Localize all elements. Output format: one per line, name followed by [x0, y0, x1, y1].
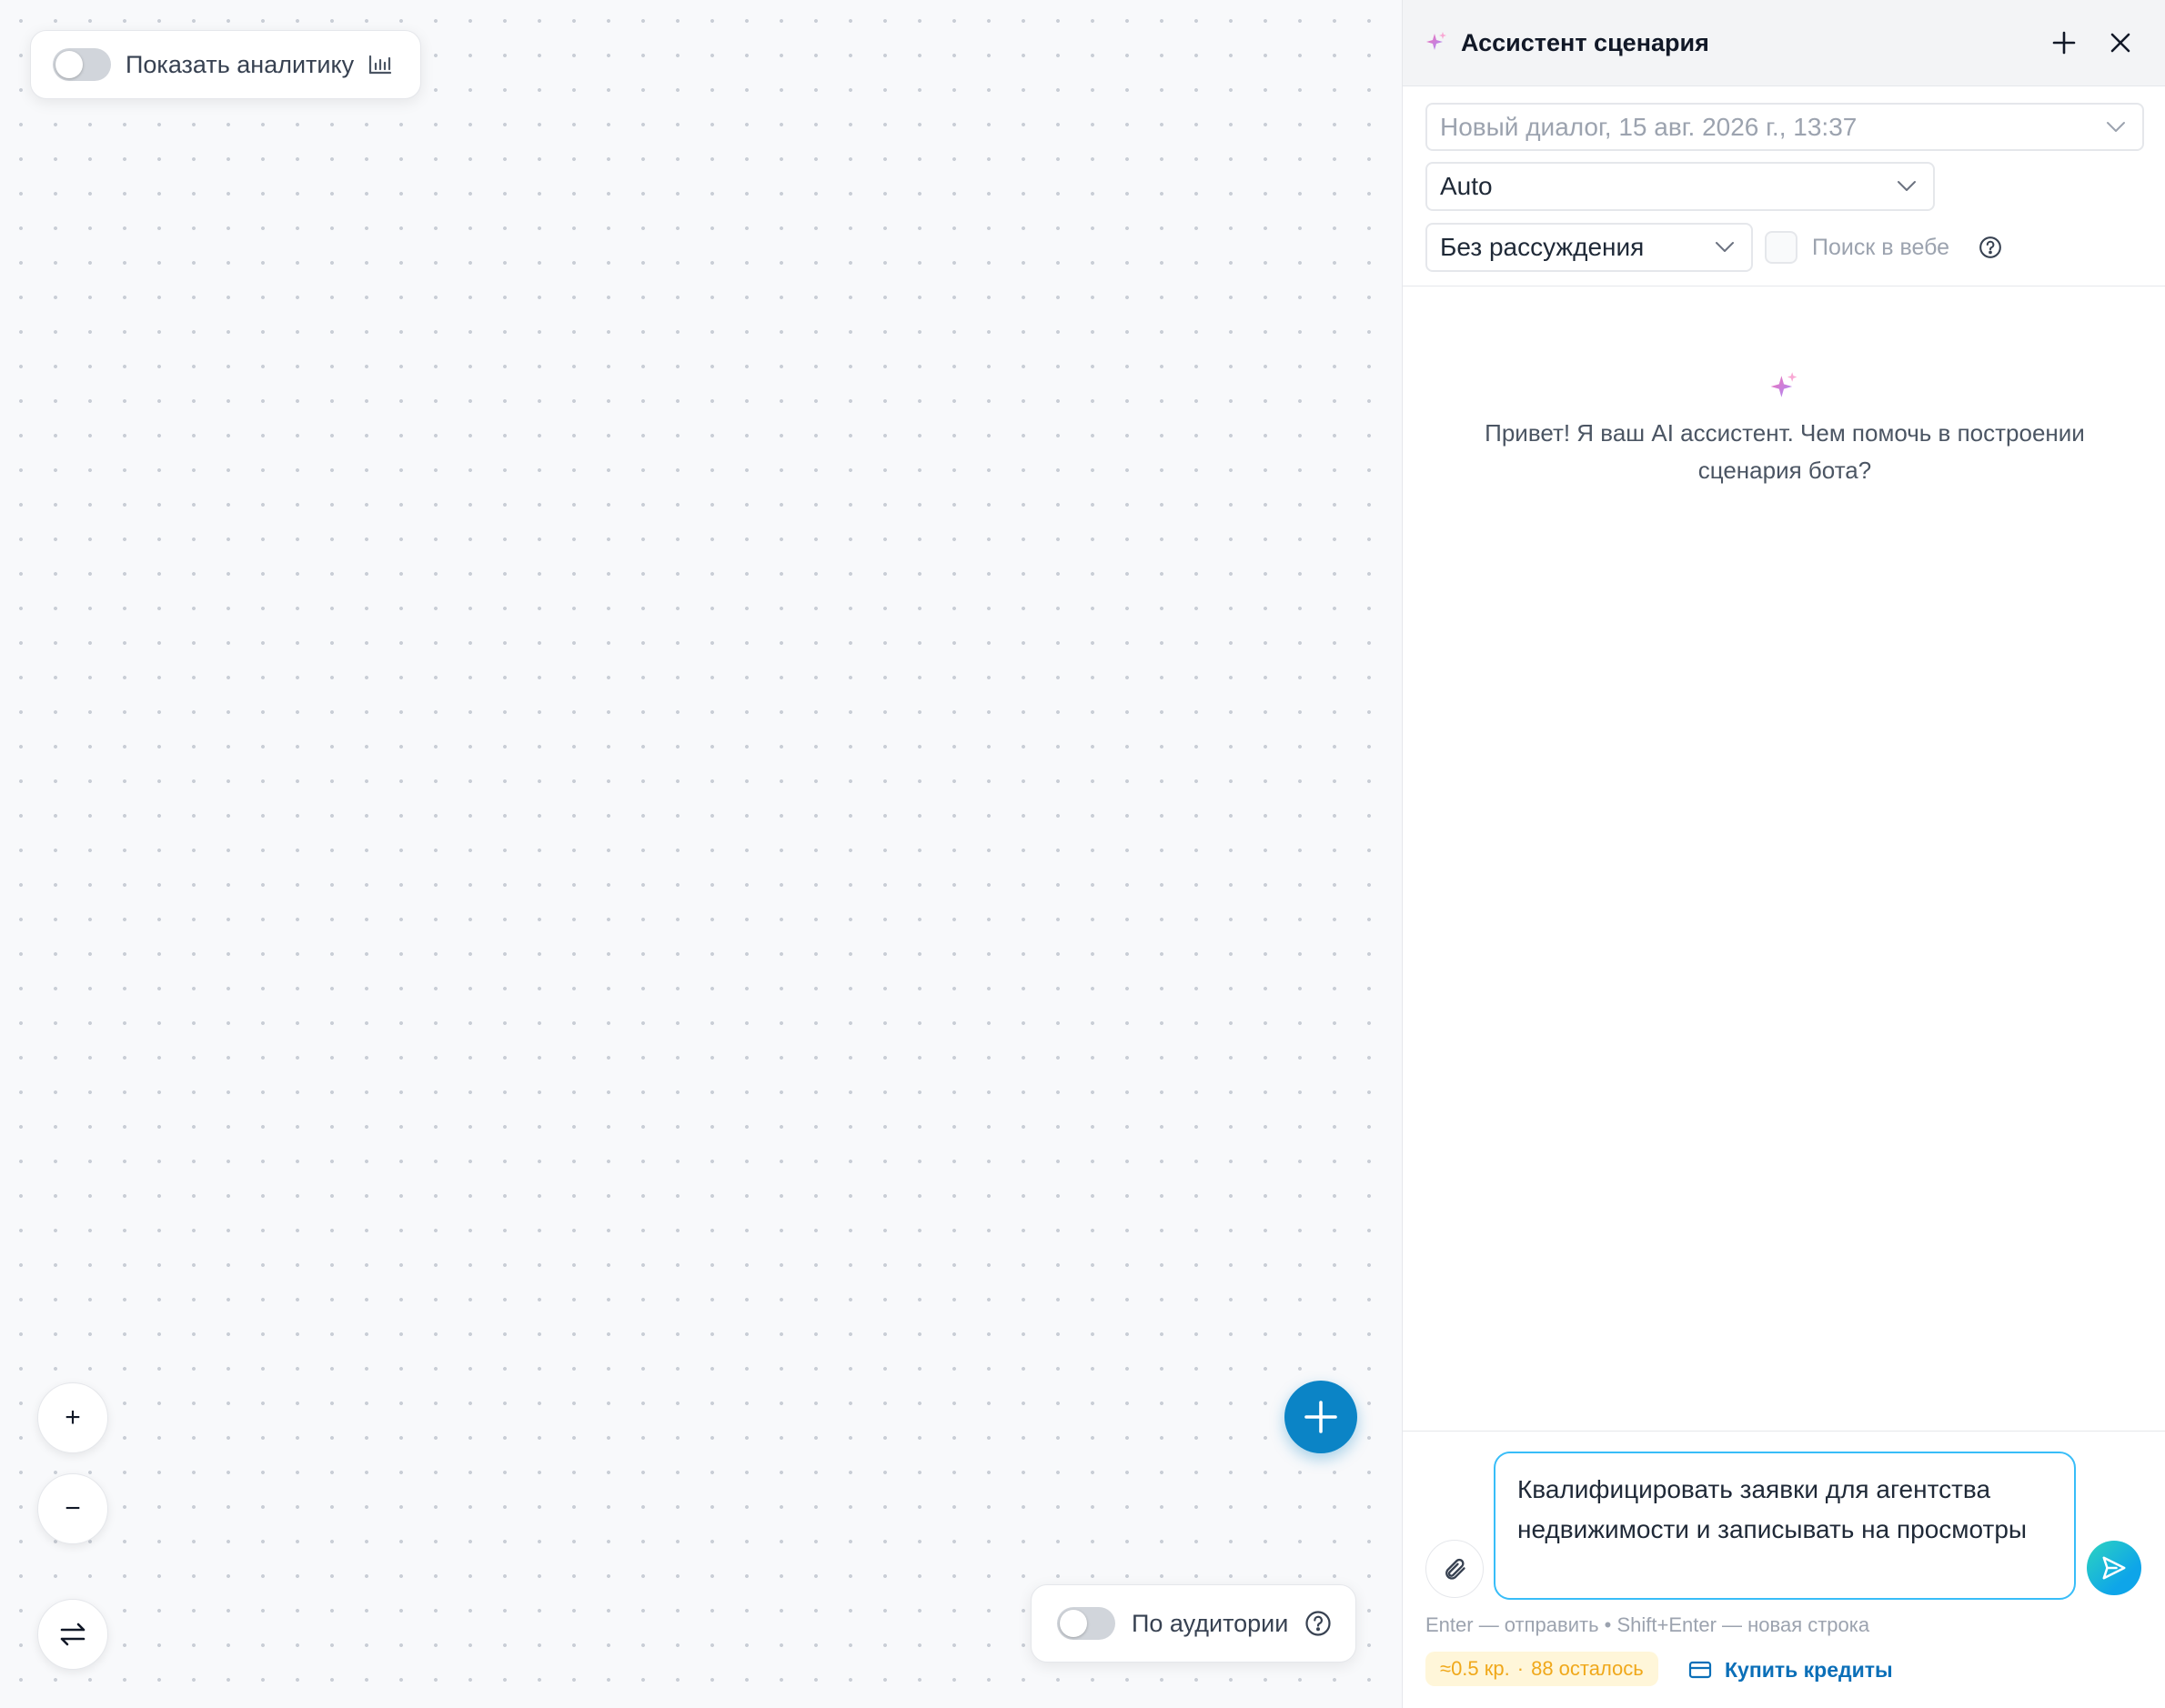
buy-credits-label: Купить кредиты — [1725, 1657, 1893, 1682]
new-dialog-button[interactable] — [2043, 22, 2085, 64]
web-search-checkbox[interactable] — [1765, 231, 1797, 264]
buy-credits-link[interactable]: Купить кредиты — [1688, 1653, 1893, 1686]
web-search-option: Поиск в вебе — [1765, 229, 2002, 266]
zoom-in-button[interactable]: + — [37, 1382, 108, 1453]
chevron-down-icon — [1715, 241, 1735, 254]
toggle-knob — [55, 51, 83, 78]
composer-hint: Enter — отправить • Shift+Enter — новая … — [1425, 1613, 1870, 1636]
zoom-out-button[interactable]: − — [37, 1473, 108, 1544]
bar-chart-icon — [368, 55, 392, 75]
flow-canvas[interactable]: Показать аналитику + − По аудитории — [0, 0, 1401, 1708]
analytics-toggle-label: Показать аналитику — [126, 50, 355, 78]
dialog-select-value: Новый диалог, 15 авг. 2026 г., 13:37 — [1440, 112, 1858, 141]
analytics-toggle[interactable] — [53, 48, 111, 81]
add-node-button[interactable] — [1284, 1381, 1357, 1453]
plus-icon — [2052, 31, 2076, 55]
credit-card-icon — [1688, 1661, 1712, 1679]
close-icon — [2110, 32, 2131, 54]
audience-toggle-card: По аудитории — [1031, 1584, 1356, 1663]
message-input[interactable] — [1494, 1452, 2076, 1600]
divider — [1403, 1431, 2165, 1432]
analytics-toggle-card: Показать аналитику — [30, 30, 421, 99]
swap-layout-button[interactable] — [37, 1599, 108, 1670]
swap-arrows-icon — [58, 1621, 87, 1648]
close-panel-button[interactable] — [2100, 22, 2141, 64]
assistant-panel: Ассистент сценария Новый диалог, 15 авг.… — [1402, 0, 2165, 1708]
minus-icon: − — [65, 1493, 81, 1523]
plus-icon — [1304, 1400, 1338, 1434]
sparkle-icon — [1425, 31, 1448, 55]
help-circle-icon[interactable] — [1304, 1610, 1332, 1637]
chevron-down-icon — [1897, 180, 1917, 193]
sparkle-icon — [1768, 371, 1799, 402]
panel-header: Ассистент сценария — [1403, 0, 2165, 86]
credits-badge: ≈0.5 кр. · 88 осталось — [1425, 1652, 1658, 1686]
reasoning-select[interactable]: Без рассуждения — [1425, 223, 1753, 272]
chevron-down-icon — [2106, 121, 2126, 134]
plus-icon: + — [65, 1402, 81, 1432]
reasoning-select-value: Без рассуждения — [1440, 233, 1645, 261]
credits-separator: · — [1516, 1657, 1525, 1680]
audience-toggle-label: По аудитории — [1132, 1609, 1289, 1637]
attach-file-button[interactable] — [1425, 1540, 1484, 1598]
panel-title: Ассистент сценария — [1461, 28, 1709, 56]
send-button[interactable] — [2087, 1541, 2141, 1595]
send-icon — [2100, 1554, 2128, 1582]
web-search-label: Поиск в вебе — [1812, 234, 1950, 260]
model-select[interactable]: Auto — [1425, 162, 1935, 211]
dialog-history-select[interactable]: Новый диалог, 15 авг. 2026 г., 13:37 — [1425, 103, 2144, 151]
model-select-value: Auto — [1440, 172, 1493, 200]
credits-remaining: 88 осталось — [1531, 1657, 1644, 1680]
audience-toggle[interactable] — [1057, 1607, 1115, 1640]
toggle-knob — [1060, 1610, 1087, 1637]
welcome-message: Привет! Я ваш AI ассистент. Чем помочь в… — [1485, 419, 2085, 484]
paperclip-icon — [1442, 1556, 1467, 1582]
help-circle-icon[interactable] — [1979, 236, 2002, 259]
credits-cost: ≈0.5 кр. — [1440, 1657, 1510, 1680]
